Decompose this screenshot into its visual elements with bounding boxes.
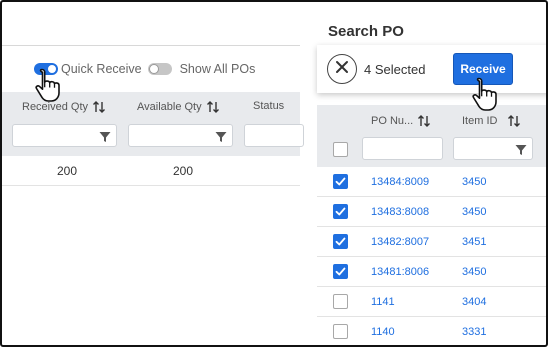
po-number-link[interactable]: 13483:8008 xyxy=(371,206,429,218)
sort-icon[interactable] xyxy=(417,114,431,128)
filter-icon[interactable] xyxy=(215,130,227,148)
column-header-available-qty[interactable]: Available Qty xyxy=(137,100,220,114)
row-checkbox[interactable] xyxy=(333,324,348,339)
sort-icon[interactable] xyxy=(507,114,521,128)
item-id-link[interactable]: 3331 xyxy=(462,326,486,338)
toggle-row: Quick Receive Show All POs xyxy=(34,60,261,78)
selection-action-bar: 4 Selected Receive xyxy=(317,45,546,93)
po-table-header: PO Nu... Item ID xyxy=(317,105,546,167)
check-icon xyxy=(335,237,346,246)
hand-pointer-icon xyxy=(470,76,500,117)
column-header-status[interactable]: Status xyxy=(253,100,284,112)
item-id-link[interactable]: 3450 xyxy=(462,266,486,278)
sort-icon[interactable] xyxy=(206,100,220,114)
filter-icon[interactable] xyxy=(515,143,527,161)
search-po-title: Search PO xyxy=(328,23,404,40)
po-number-link[interactable]: 1140 xyxy=(371,326,395,338)
sort-icon[interactable] xyxy=(92,100,106,114)
table-row[interactable]: 1141 3404 xyxy=(317,287,546,317)
select-all-checkbox[interactable] xyxy=(333,142,348,157)
item-id-link[interactable]: 3450 xyxy=(462,206,486,218)
selected-count: 4 Selected xyxy=(364,62,426,77)
table-row[interactable]: 200 200 xyxy=(2,156,300,186)
check-icon xyxy=(335,267,346,276)
received-qty-cell: 200 xyxy=(56,164,78,178)
column-title: Available Qty xyxy=(137,101,202,113)
row-checkbox[interactable] xyxy=(333,294,348,309)
po-number-link[interactable]: 13481:8006 xyxy=(371,266,429,278)
column-title: Status xyxy=(253,100,285,112)
po-number-filter[interactable] xyxy=(362,137,443,160)
item-id-link[interactable]: 3404 xyxy=(462,296,486,308)
row-checkbox[interactable] xyxy=(333,234,348,249)
table-row[interactable]: 13484:8009 3450 xyxy=(317,167,546,197)
column-title: PO Nu... xyxy=(371,115,414,127)
item-id-filter[interactable] xyxy=(453,137,533,160)
table-row[interactable]: 1140 3331 xyxy=(317,317,546,345)
row-checkbox[interactable] xyxy=(333,174,348,189)
filter-icon[interactable] xyxy=(99,130,111,148)
column-header-po-number[interactable]: PO Nu... xyxy=(371,114,431,128)
row-checkbox[interactable] xyxy=(333,264,348,279)
po-number-link[interactable]: 13482:8007 xyxy=(371,236,429,248)
quick-receive-label: Quick Receive xyxy=(61,62,142,76)
check-icon xyxy=(335,207,346,216)
check-icon xyxy=(335,177,346,186)
po-number-link[interactable]: 13484:8009 xyxy=(371,176,429,188)
close-icon xyxy=(335,60,349,79)
hand-pointer-icon xyxy=(33,67,63,108)
show-all-pos-label: Show All POs xyxy=(179,62,256,76)
available-qty-cell: 200 xyxy=(172,164,194,178)
table-row[interactable]: 13481:8006 3450 xyxy=(317,257,546,287)
show-all-pos-toggle[interactable] xyxy=(147,63,172,75)
window-frame: Quick Receive Show All POs Received Qty … xyxy=(0,0,548,347)
divider xyxy=(2,45,300,46)
clear-selection-button[interactable] xyxy=(327,54,357,84)
received-qty-filter[interactable] xyxy=(12,124,117,147)
item-id-link[interactable]: 3450 xyxy=(462,176,486,188)
table-row[interactable]: 13483:8008 3450 xyxy=(317,197,546,227)
status-filter[interactable] xyxy=(244,124,304,147)
available-qty-filter[interactable] xyxy=(128,124,233,147)
po-number-link[interactable]: 1141 xyxy=(371,296,395,308)
item-id-link[interactable]: 3451 xyxy=(462,236,486,248)
table-row[interactable]: 13482:8007 3451 xyxy=(317,227,546,257)
row-checkbox[interactable] xyxy=(333,204,348,219)
